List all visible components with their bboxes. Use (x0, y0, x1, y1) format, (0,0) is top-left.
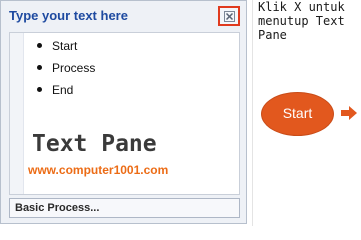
text-pane-title: Type your text here (9, 8, 128, 23)
bullet-item-start[interactable]: Start (34, 35, 95, 57)
bullet-dot-icon (37, 87, 42, 92)
text-pane-overlay-label: Text Pane (32, 131, 157, 157)
bullet-dot-icon (37, 65, 42, 70)
text-pane: Type your text here Start Process End Te… (0, 0, 247, 224)
bullet-text: Start (52, 39, 78, 53)
text-pane-header: Type your text here (1, 1, 246, 29)
start-shape[interactable]: Start (261, 92, 334, 136)
hint-line: Pane (258, 28, 287, 42)
layout-description-label: Basic Process... (15, 202, 100, 214)
hint-line: menutup Text (258, 14, 345, 28)
bullet-list: Start Process End (34, 35, 95, 101)
start-shape-label: Start (282, 105, 313, 121)
right-arrow-icon (341, 106, 357, 120)
bullet-item-end[interactable]: End (34, 79, 95, 101)
text-entry-area[interactable]: Start Process End Text Pane www.computer… (9, 32, 240, 195)
bullet-text: Process (52, 61, 96, 75)
website-watermark: www.computer1001.com (28, 163, 169, 177)
close-hint-annotation: Klik X untuk menutup Text Pane (258, 0, 360, 42)
hint-line: Klik X untuk (258, 0, 345, 14)
smartart-editor: Type your text here Start Process End Te… (0, 0, 361, 226)
bullet-text: End (52, 83, 74, 97)
bullet-dot-icon (37, 43, 42, 48)
layout-description-link[interactable]: Basic Process... (9, 198, 240, 218)
close-button[interactable] (218, 6, 240, 26)
text-area-gutter (10, 33, 24, 194)
close-x-icon (224, 11, 235, 22)
bullet-item-process[interactable]: Process (34, 57, 95, 79)
canvas-divider (252, 0, 253, 226)
